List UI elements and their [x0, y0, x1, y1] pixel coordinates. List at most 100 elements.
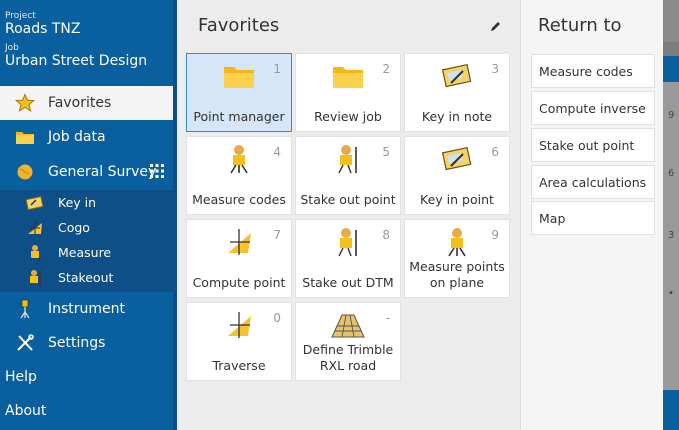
tile-label: Define Trimble RXL road — [302, 342, 394, 373]
tools-icon — [14, 334, 36, 352]
sidebar-subitem-key-in[interactable]: Key in — [0, 190, 176, 215]
favorites-title: Favorites — [198, 15, 280, 36]
sidebar-item-label: Job data — [48, 129, 106, 145]
instrument-icon — [14, 299, 36, 319]
project-name: Roads TNZ — [5, 21, 81, 37]
grid-dots-icon[interactable] — [149, 163, 165, 183]
cogo-icon — [221, 226, 257, 258]
sidebar: Project Roads TNZ Job Urban Street Desig… — [0, 0, 177, 430]
general-survey-submenu: Key in Cogo Measure Stakeout — [0, 190, 176, 292]
keyin-icon — [25, 195, 45, 210]
sidebar-subitem-stakeout[interactable]: Stakeout — [0, 265, 176, 290]
surveyor-icon — [221, 143, 257, 175]
sidebar-item-label: Help — [5, 369, 37, 385]
edit-pencil-icon[interactable] — [489, 18, 502, 37]
favorite-tile-traverse[interactable]: 0 Traverse — [186, 302, 292, 381]
tile-label: Measure codes — [192, 192, 286, 207]
tile-label: Key in note — [421, 109, 493, 124]
favorite-tile-compute-point[interactable]: 7 Compute point — [186, 219, 292, 298]
favorite-tile-stake-out-dtm[interactable]: 8 Stake out DTM — [295, 219, 401, 298]
keyin-icon — [439, 143, 475, 175]
favorite-tile-key-in-point[interactable]: 6 Key in point — [404, 136, 510, 215]
stakeout-icon — [330, 143, 366, 175]
tile-label: Measure points on plane — [409, 259, 505, 290]
tile-number: 3 — [491, 62, 499, 76]
tile-number: 6 — [491, 145, 499, 159]
tile-label: Compute point — [192, 275, 286, 290]
favorite-tile-define-trimble-rxl-road[interactable]: - Define Trimble RXL road — [295, 302, 401, 381]
tile-number: - — [385, 311, 390, 325]
favorite-tile-stake-out-point[interactable]: 5 Stake out point — [295, 136, 401, 215]
return-to-panel: Return to Measure codes Compute inverse … — [520, 0, 663, 430]
job-name: Urban Street Design — [5, 53, 148, 69]
folder-icon — [221, 60, 257, 92]
tile-number: 0 — [273, 311, 281, 325]
sidebar-item-label: Settings — [48, 335, 106, 351]
return-item-compute-inverse[interactable]: Compute inverse — [531, 91, 655, 125]
stakeout-icon — [25, 269, 45, 287]
project-info[interactable]: Project Roads TNZ Job Urban Street Desig… — [0, 0, 176, 70]
folder-icon — [14, 129, 36, 145]
sidebar-item-label: Instrument — [48, 301, 126, 317]
tile-label: Stake out point — [300, 192, 396, 207]
edge-key: 9 — [668, 110, 675, 121]
star-icon — [14, 93, 36, 113]
sidebar-item-favorites[interactable]: Favorites — [0, 86, 176, 120]
favorite-tile-measure-codes[interactable]: 4 Measure codes — [186, 136, 292, 215]
edge-key: 6 — [668, 168, 675, 179]
job-label: Job — [5, 43, 19, 53]
return-item-measure-codes[interactable]: Measure codes — [531, 54, 655, 88]
sidebar-item-job-data[interactable]: Job data — [0, 120, 176, 154]
edge-keypad: 9 6 3 • — [663, 82, 679, 390]
sidebar-subitem-label: Measure — [58, 245, 112, 260]
return-item-map[interactable]: Map — [531, 201, 655, 235]
return-item-stake-out-point[interactable]: Stake out point — [531, 128, 655, 162]
tile-number: 1 — [273, 62, 281, 76]
favorite-tile-point-manager[interactable]: 1 Point manager — [186, 53, 292, 132]
tile-label: Traverse — [212, 358, 266, 373]
favorite-tile-measure-points-on-plane[interactable]: 9 Measure points on plane — [404, 219, 510, 298]
sidebar-subitem-cogo[interactable]: Cogo — [0, 215, 176, 240]
tile-number: 7 — [273, 228, 281, 242]
cogo-icon — [25, 220, 45, 236]
tile-label: Key in point — [420, 192, 494, 207]
globe-icon — [14, 163, 36, 181]
road-icon — [330, 309, 366, 341]
background-app-edge: 9 6 3 • — [663, 0, 679, 430]
edge-header — [663, 0, 679, 42]
tile-number: 9 — [491, 228, 499, 242]
folder-icon — [330, 60, 366, 92]
edge-footer — [663, 390, 679, 430]
return-item-area-calculations[interactable]: Area calculations — [531, 165, 655, 199]
sidebar-item-about[interactable]: About — [0, 394, 176, 428]
edge-key: • — [668, 288, 674, 299]
edge-key: 3 — [668, 230, 675, 241]
sidebar-item-label: Favorites — [48, 95, 112, 111]
tile-label: Stake out DTM — [302, 275, 394, 290]
cogo-icon — [221, 309, 257, 341]
sidebar-subitem-label: Stakeout — [58, 270, 114, 285]
tile-number: 5 — [382, 145, 390, 159]
favorite-tile-key-in-note[interactable]: 3 Key in note — [404, 53, 510, 132]
sidebar-subitem-measure[interactable]: Measure — [0, 240, 176, 265]
sidebar-subitem-label: Cogo — [58, 220, 90, 235]
edge-bar — [663, 56, 679, 82]
sidebar-item-label: General Survey — [48, 164, 157, 180]
tile-number: 4 — [273, 145, 281, 159]
keyin-icon — [439, 60, 475, 92]
surveyor-icon — [439, 226, 475, 258]
tile-label: Point manager — [193, 109, 285, 124]
tile-label: Review job — [314, 109, 382, 124]
project-label: Project — [5, 11, 36, 21]
tile-number: 8 — [382, 228, 390, 242]
favorites-panel: Favorites 1 Point manager 2 Review job 3… — [177, 0, 520, 430]
return-to-title: Return to — [538, 15, 622, 36]
tile-number: 2 — [382, 62, 390, 76]
sidebar-item-help[interactable]: Help — [0, 360, 176, 394]
surveyor-icon — [25, 244, 45, 262]
sidebar-subitem-label: Key in — [58, 195, 97, 210]
favorite-tile-review-job[interactable]: 2 Review job — [295, 53, 401, 132]
sidebar-item-settings[interactable]: Settings — [0, 326, 176, 360]
sidebar-item-instrument[interactable]: Instrument — [0, 292, 176, 326]
stakeout-icon — [330, 226, 366, 258]
